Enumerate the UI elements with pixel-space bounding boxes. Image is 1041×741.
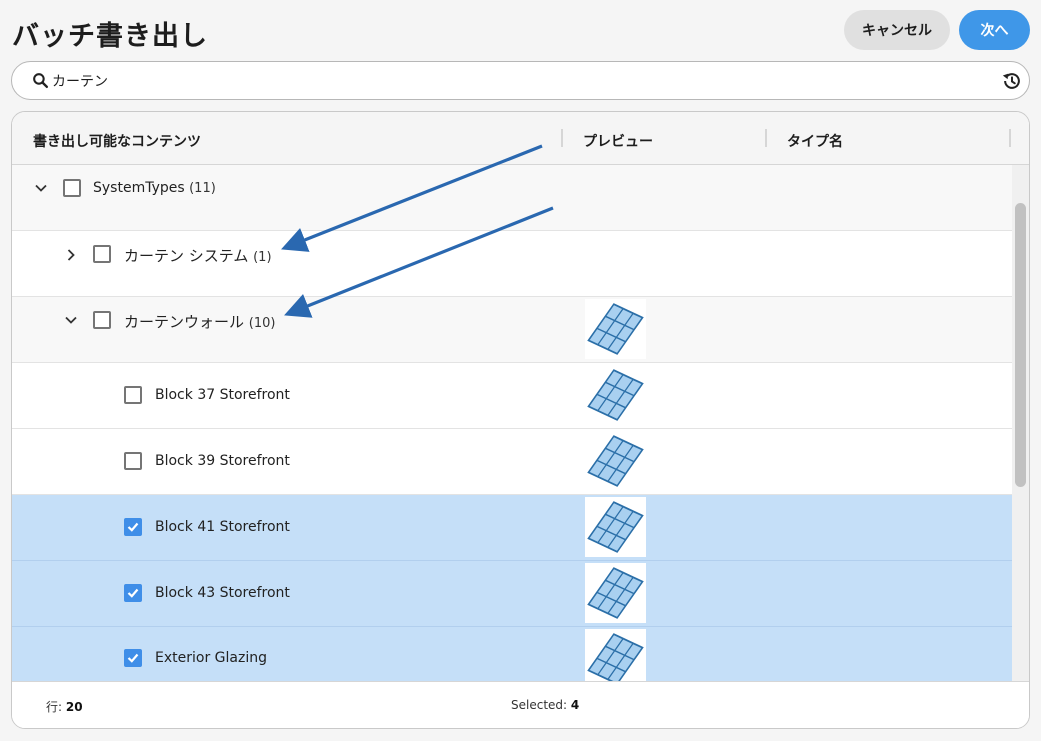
column-header-content[interactable]: 書き出し可能なコンテンツ (33, 131, 201, 151)
chevron-down-icon[interactable] (63, 312, 79, 328)
row-checkbox[interactable] (63, 179, 81, 197)
checkmark-icon (127, 653, 139, 663)
column-divider[interactable] (1009, 129, 1011, 147)
selected-value: 4 (570, 698, 580, 712)
row-label: カーテン システム (1) (124, 245, 272, 266)
search-icon (33, 73, 49, 89)
curtain-wall-icon (585, 431, 646, 491)
table-row[interactable]: Exterior Glazing (12, 627, 1012, 681)
search-bar (11, 61, 1030, 100)
row-label: Block 43 Storefront (155, 585, 290, 601)
row-checkbox-checked[interactable] (124, 584, 142, 602)
page-title: バッチ書き出し (12, 21, 208, 52)
row-checkbox[interactable] (93, 311, 111, 329)
table-row[interactable]: Block 37 Storefront (12, 363, 1012, 429)
table-row[interactable]: Block 39 Storefront (12, 429, 1012, 495)
curtain-wall-preview (585, 629, 646, 681)
column-divider[interactable] (765, 129, 767, 147)
curtain-wall-preview (585, 299, 646, 359)
batch-export-dialog: バッチ書き出し キャンセル 次へ 書き出し可能なコンテンツ プレビュー タイプ名 (0, 0, 1041, 741)
history-icon[interactable] (1001, 70, 1023, 92)
row-label: カーテンウォール (10) (124, 311, 275, 332)
row-count: (11) (189, 181, 216, 196)
table-footer: 行: 20 Selected: 4 (12, 681, 1029, 728)
row-label: SystemTypes (11) (93, 180, 216, 196)
table-row[interactable]: カーテンウォール (10) (12, 297, 1012, 363)
row-checkbox[interactable] (124, 386, 142, 404)
scrollbar-thumb[interactable] (1015, 203, 1026, 487)
row-count-status: 行: 20 (46, 698, 83, 715)
curtain-wall-icon (585, 629, 646, 681)
chevron-right-icon[interactable] (63, 247, 79, 263)
column-divider[interactable] (561, 129, 563, 147)
curtain-wall-icon (585, 365, 646, 425)
next-button[interactable]: 次へ (959, 10, 1030, 50)
row-label-text: カーテン システム (124, 247, 249, 265)
table-header: 書き出し可能なコンテンツ プレビュー タイプ名 (12, 112, 1029, 165)
checkmark-icon (127, 588, 139, 598)
row-checkbox-checked[interactable] (124, 518, 142, 536)
rows-label: 行: (46, 700, 63, 714)
curtain-wall-icon (585, 299, 646, 359)
row-label: Block 41 Storefront (155, 519, 290, 535)
row-label-text: SystemTypes (93, 180, 185, 196)
table-row[interactable]: Block 43 Storefront (12, 561, 1012, 627)
vertical-scrollbar[interactable] (1012, 165, 1029, 681)
content-table: 書き出し可能なコンテンツ プレビュー タイプ名 SystemTypes (11) (11, 111, 1030, 729)
row-label: Block 39 Storefront (155, 453, 290, 469)
row-count: (10) (248, 316, 276, 331)
row-label: Block 37 Storefront (155, 387, 290, 403)
table-row[interactable]: Block 41 Storefront (12, 495, 1012, 561)
curtain-wall-preview (585, 497, 646, 557)
table-body: SystemTypes (11) カーテン システム (1) カーテンウォール … (12, 165, 1012, 681)
row-count: (1) (253, 250, 272, 265)
curtain-wall-preview (585, 431, 646, 491)
cancel-button[interactable]: キャンセル (844, 10, 950, 50)
column-header-preview[interactable]: プレビュー (583, 131, 653, 151)
rows-value: 20 (65, 700, 83, 714)
table-row[interactable]: SystemTypes (11) (12, 165, 1012, 231)
column-header-type-name[interactable]: タイプ名 (787, 131, 843, 151)
curtain-wall-preview (585, 365, 646, 425)
selected-count-status: Selected: 4 (511, 698, 579, 712)
row-label-text: カーテンウォール (124, 313, 245, 331)
row-checkbox[interactable] (93, 245, 111, 263)
curtain-wall-icon (585, 563, 646, 623)
curtain-wall-icon (585, 497, 646, 557)
search-input[interactable] (52, 68, 992, 94)
chevron-down-icon[interactable] (33, 180, 49, 196)
curtain-wall-preview (585, 563, 646, 623)
table-row[interactable]: カーテン システム (1) (12, 231, 1012, 297)
row-checkbox-checked[interactable] (124, 649, 142, 667)
row-checkbox[interactable] (124, 452, 142, 470)
selected-label: Selected: (511, 698, 568, 712)
checkmark-icon (127, 522, 139, 532)
row-label: Exterior Glazing (155, 650, 267, 666)
